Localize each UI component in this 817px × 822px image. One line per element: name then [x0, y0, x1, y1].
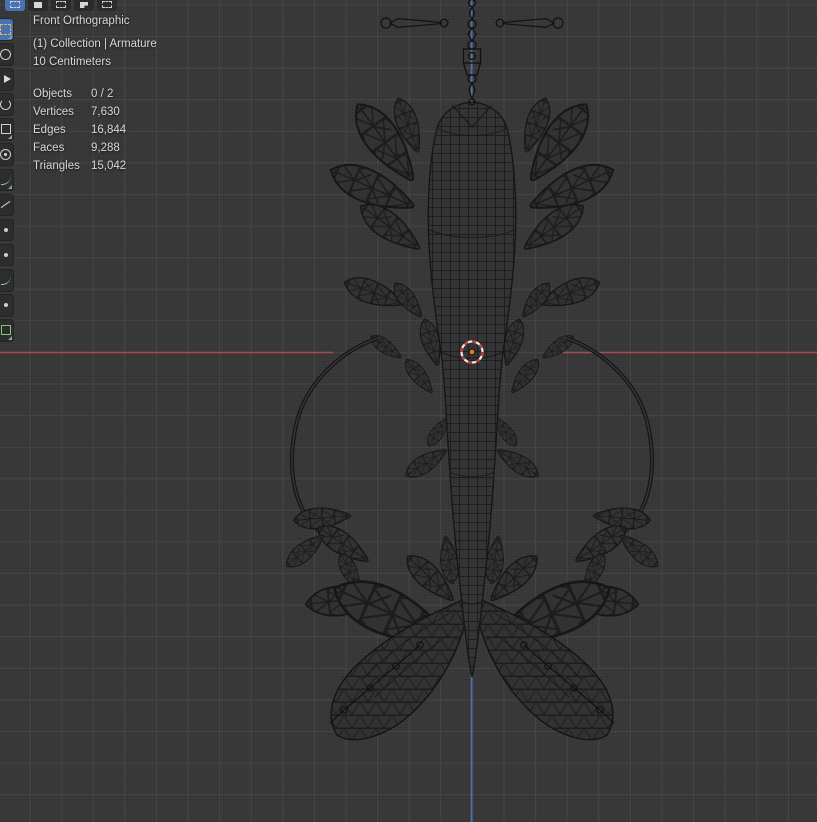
measure-tool-icon [0, 200, 11, 208]
annotate-tool-icon [1, 175, 11, 185]
stat-faces: Faces 9,288 [33, 142, 120, 154]
stat-edges: Edges 16,844 [33, 124, 127, 136]
stat-vertices: Vertices 7,630 [33, 106, 120, 118]
extra-tool-1-icon [4, 227, 8, 232]
select-intersect-button[interactable] [97, 0, 117, 11]
cursor-tool-icon [0, 49, 11, 61]
select-intersect-icon [102, 1, 112, 8]
move-tool-icon [4, 75, 11, 84]
misc-tool-icon [4, 303, 8, 308]
move-tool-button[interactable] [0, 68, 14, 91]
extra-tool-1-button[interactable] [0, 218, 14, 242]
select-invert-button[interactable] [74, 0, 94, 11]
cursor-tool-button[interactable] [0, 43, 14, 66]
select-extend-icon [34, 2, 42, 8]
select-box-icon [0, 24, 11, 35]
measure-tool-button[interactable] [0, 193, 14, 217]
select-box-tool-button[interactable] [0, 18, 14, 41]
misc-tool-button[interactable] [0, 294, 14, 317]
tool-sidebar [0, 18, 14, 342]
curve-tool-icon [1, 275, 11, 285]
extra-tool-2-icon [4, 252, 8, 257]
add-cube-tool-button[interactable] [0, 319, 14, 342]
view-name-label: Front Orthographic [33, 15, 130, 27]
stat-objects: Objects 0 / 2 [33, 88, 114, 100]
curve-tool-button[interactable] [0, 268, 14, 292]
add-cube-tool-icon [1, 325, 11, 336]
select-extend-button[interactable] [28, 0, 48, 11]
transform-tool-button[interactable] [0, 143, 14, 167]
select-set-button[interactable] [5, 0, 25, 11]
annotate-tool-button[interactable] [0, 168, 14, 192]
scene-statistics: Objects 0 / 2 Vertices 7,630 Edges 16,84… [33, 85, 126, 175]
select-set-icon [10, 1, 20, 8]
select-invert-icon [80, 2, 88, 8]
rotate-tool-button[interactable] [0, 93, 14, 116]
select-mode-button-row [5, 0, 117, 11]
scale-tool-icon [1, 124, 11, 135]
active-collection-label: (1) Collection | Armature [33, 38, 157, 50]
rotate-tool-icon [0, 99, 11, 111]
viewport-3d[interactable]: Front Orthographic (1) Collection | Arma… [0, 0, 817, 822]
stat-triangles: Triangles 15,042 [33, 160, 127, 172]
scale-tool-button[interactable] [0, 118, 14, 141]
grid-scale-label: 10 Centimeters [33, 56, 111, 68]
transform-tool-icon [0, 149, 11, 161]
extra-tool-2-button[interactable] [0, 243, 14, 267]
select-subtract-icon [56, 1, 66, 8]
blender-3d-viewport-window: Front Orthographic (1) Collection | Arma… [0, 0, 817, 822]
select-subtract-button[interactable] [51, 0, 71, 11]
